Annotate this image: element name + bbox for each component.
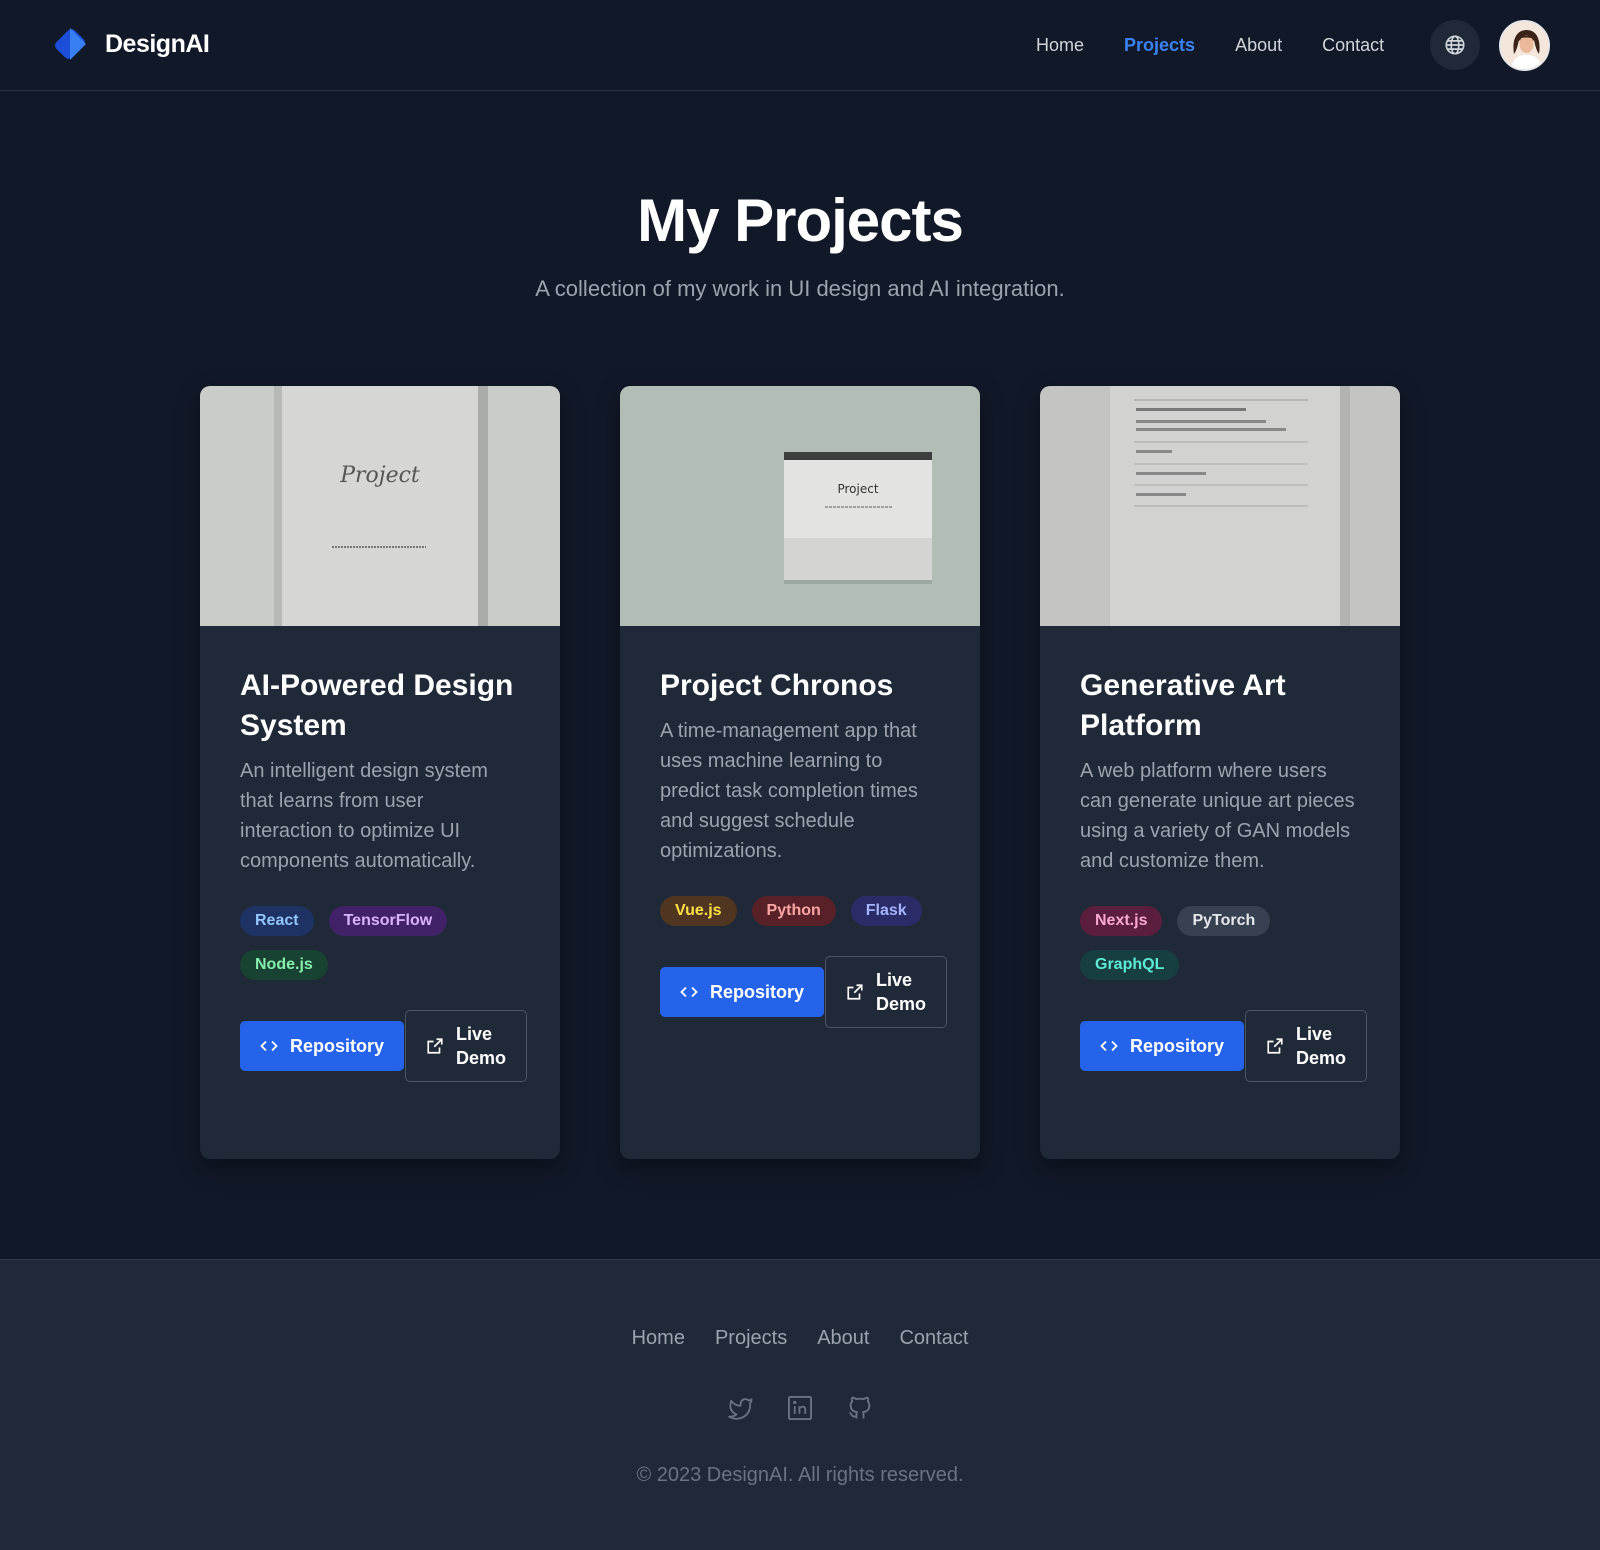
github-icon[interactable]	[846, 1394, 874, 1422]
nav-projects[interactable]: Projects	[1124, 34, 1195, 56]
project-description: An intelligent design system that learns…	[240, 760, 488, 872]
live-demo-button[interactable]: Live Demo	[405, 1010, 528, 1082]
nav-contact[interactable]: Contact	[1322, 34, 1384, 56]
tag: Flask	[850, 896, 922, 926]
code-icon	[680, 983, 698, 1001]
external-link-icon	[846, 983, 864, 1001]
repository-label: Repository	[1130, 1035, 1225, 1056]
thumbnail-text: Project	[339, 463, 420, 488]
project-description: A web platform where users can generate …	[1080, 760, 1355, 872]
avatar[interactable]	[1499, 20, 1550, 71]
linkedin-icon[interactable]	[786, 1394, 814, 1422]
external-link-icon	[426, 1037, 444, 1055]
tag: Python	[751, 896, 836, 926]
social-links	[0, 1394, 1600, 1422]
footer-nav: Home Projects About Contact	[0, 1325, 1600, 1351]
tag: Vue.js	[660, 896, 737, 926]
live-demo-label: Live Demo	[456, 1024, 507, 1068]
footer-link-projects[interactable]: Projects	[715, 1325, 787, 1351]
footer-link-contact[interactable]: Contact	[899, 1325, 968, 1351]
user-avatar-icon	[1501, 22, 1548, 69]
tag-list: React TensorFlow Node.js	[240, 906, 530, 994]
tag: React	[240, 906, 314, 936]
tag: Node.js	[240, 950, 328, 980]
language-button[interactable]	[1430, 20, 1480, 70]
project-title: AI-Powered Design System	[240, 669, 514, 742]
project-thumbnail	[1040, 386, 1400, 626]
live-demo-button[interactable]: Live Demo	[1245, 1010, 1368, 1082]
live-demo-label: Live Demo	[1296, 1024, 1347, 1068]
site-header: DesignAI Home Projects About Contact	[0, 0, 1600, 91]
repository-label: Repository	[710, 981, 805, 1002]
tag: Next.js	[1080, 906, 1163, 936]
globe-icon	[1445, 35, 1465, 55]
project-thumbnail: Project	[200, 386, 560, 626]
brand-name: DesignAI	[105, 29, 210, 58]
project-card: Project AI-Powered Design System An inte…	[200, 386, 560, 1159]
nav-about[interactable]: About	[1235, 34, 1282, 56]
live-demo-button[interactable]: Live Demo	[825, 956, 948, 1028]
card-actions: Repository Live Demo	[660, 956, 948, 1028]
project-title: Generative Art Platform	[1080, 669, 1286, 742]
footer-link-home[interactable]: Home	[632, 1325, 685, 1351]
footer-link-about[interactable]: About	[817, 1325, 869, 1351]
repository-button[interactable]: Repository	[1080, 1021, 1245, 1071]
card-actions: Repository Live Demo	[240, 1010, 528, 1082]
twitter-icon[interactable]	[726, 1394, 754, 1422]
tag: GraphQL	[1080, 950, 1180, 980]
copyright: © 2023 DesignAI. All rights reserved.	[636, 1464, 964, 1486]
repository-button[interactable]: Repository	[660, 967, 825, 1017]
repository-button[interactable]: Repository	[240, 1021, 405, 1071]
project-title: Project Chronos	[660, 669, 894, 702]
page-title: My Projects	[637, 187, 964, 254]
external-link-icon	[1266, 1037, 1284, 1055]
site-footer: Home Projects About Contact © 2023 Desig…	[0, 1259, 1600, 1550]
thumbnail-text: Project	[837, 482, 878, 496]
project-description: A time-management app that uses machine …	[660, 720, 918, 862]
project-thumbnail: Project	[620, 386, 980, 626]
live-demo-label: Live Demo	[876, 970, 927, 1014]
tag-list: Next.js PyTorch GraphQL	[1080, 906, 1370, 994]
tag-list: Vue.js Python Flask	[660, 896, 950, 940]
tag: TensorFlow	[328, 906, 448, 936]
project-card: Project Project Chronos A time-managemen…	[620, 386, 980, 1159]
brand-logo-icon	[55, 28, 86, 60]
code-icon	[1100, 1037, 1118, 1055]
page-subtitle: A collection of my work in UI design and…	[535, 276, 1065, 301]
project-card: Generative Art Platform A web platform w…	[1040, 386, 1400, 1159]
code-icon	[260, 1037, 278, 1055]
main-nav: Home Projects About Contact	[1036, 34, 1424, 56]
nav-home[interactable]: Home	[1036, 34, 1084, 56]
tag: PyTorch	[1177, 906, 1271, 936]
card-actions: Repository Live Demo	[1080, 1010, 1368, 1082]
brand[interactable]: DesignAI	[52, 26, 210, 62]
repository-label: Repository	[290, 1035, 385, 1056]
